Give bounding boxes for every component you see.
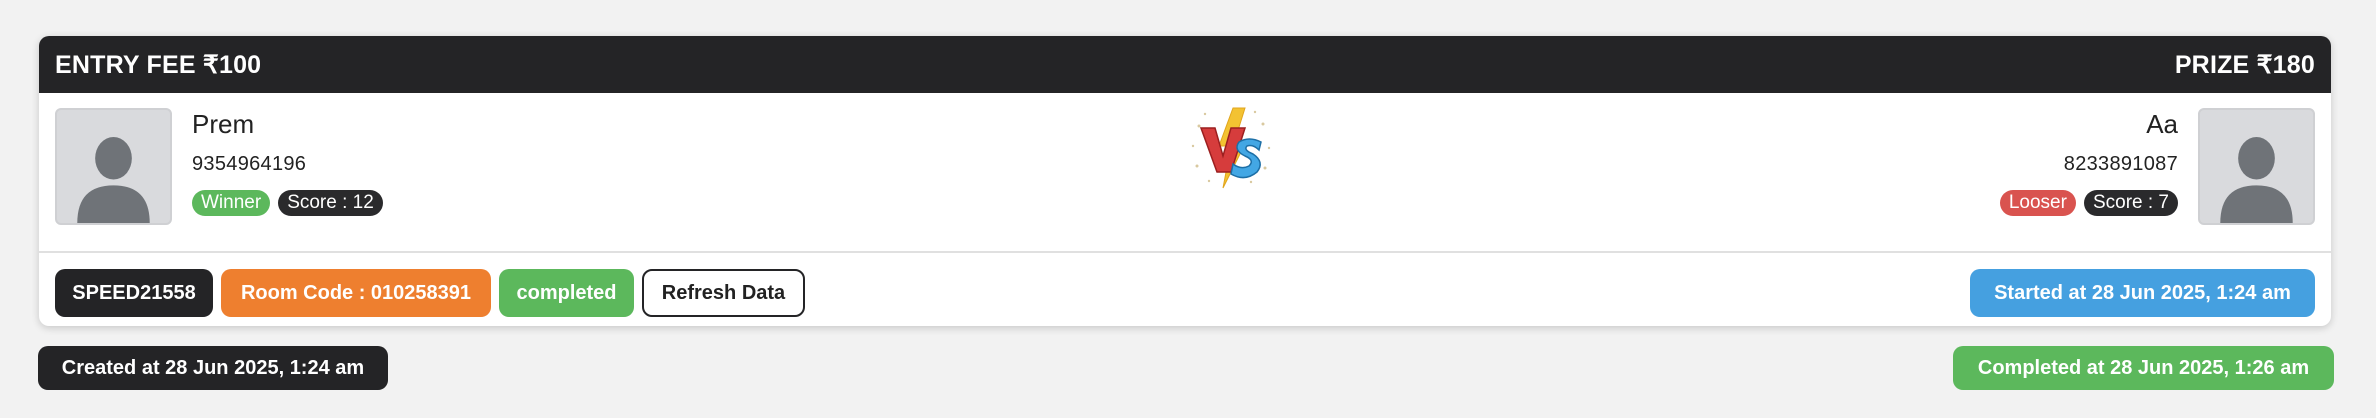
player1-phone: 9354964196 — [192, 153, 307, 175]
status-badge[interactable]: completed — [499, 269, 634, 317]
player1-avatar-icon — [55, 108, 172, 225]
refresh-data-button[interactable]: Refresh Data — [642, 269, 805, 317]
prize: PRIZE ₹180 — [2174, 50, 2315, 79]
players-section: Prem 9354964196 Winner Score : 12 Aa 823… — [39, 93, 2331, 253]
player2-result-badge: Looser — [1999, 190, 2076, 216]
player1-result-badge: Winner — [192, 190, 271, 216]
started-at-badge[interactable]: Started at 28 Jun 2025, 1:24 am — [1970, 269, 2315, 317]
player2-avatar-icon — [2198, 108, 2315, 225]
match-header: ENTRY FEE ₹100 PRIZE ₹180 — [39, 36, 2331, 93]
player2-score-badge: Score : 7 — [2083, 190, 2178, 216]
match-actions: SPEED21558 Room Code : 010258391 complet… — [39, 253, 2331, 326]
user-avatar-icon — [77, 137, 150, 223]
completed-at-badge: Completed at 28 Jun 2025, 1:26 am — [1953, 346, 2334, 390]
entry-fee: ENTRY FEE ₹100 — [55, 50, 262, 79]
room-code-badge[interactable]: Room Code : 010258391 — [221, 269, 491, 317]
player2-name: Aa — [2146, 109, 2178, 139]
user-avatar-icon — [2220, 137, 2293, 223]
match-card: ENTRY FEE ₹100 PRIZE ₹180 Prem 935496419… — [39, 36, 2331, 326]
created-at-badge: Created at 28 Jun 2025, 1:24 am — [38, 346, 388, 390]
match-code-badge[interactable]: SPEED21558 — [55, 269, 213, 317]
player2-phone: 8233891087 — [2063, 153, 2178, 175]
player2-info: Aa 8233891087 Looser Score : 7 — [1999, 109, 2178, 216]
player1-score-badge: Score : 12 — [278, 190, 383, 216]
player1-info: Prem 9354964196 Winner Score : 12 — [192, 109, 383, 216]
player1-name: Prem — [192, 109, 255, 139]
vs-icon — [1189, 106, 1273, 190]
